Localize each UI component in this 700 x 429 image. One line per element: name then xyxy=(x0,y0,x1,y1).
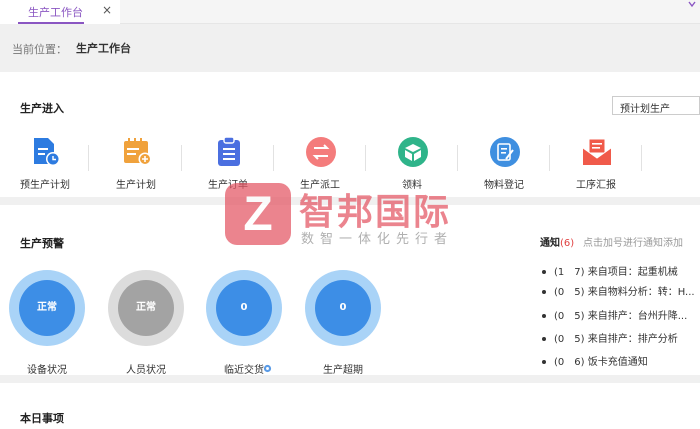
tab-label: 生产工作台 xyxy=(28,6,83,19)
bullet xyxy=(542,314,546,318)
notice-item[interactable]: (0 5) 来自排产：排产分析 xyxy=(542,330,700,344)
warning-equipment-status[interactable]: 正常 设备状况 xyxy=(9,270,89,376)
notice-item[interactable]: (0 5) 来自物料分析：转：H... xyxy=(542,283,700,297)
status-ring: 0 xyxy=(206,270,282,346)
notice-count: (6) xyxy=(560,238,575,249)
close-icon[interactable]: × xyxy=(102,3,112,17)
plan-type-select[interactable]: 预计划生产 xyxy=(612,96,700,115)
entry-production-plan[interactable]: 生产计划 xyxy=(91,136,181,192)
divider xyxy=(457,145,458,171)
swap-arrows-icon xyxy=(306,137,336,167)
clipboard-icon xyxy=(218,136,240,166)
divider xyxy=(181,145,182,171)
warning-label: 设备状况 xyxy=(27,365,67,376)
notice-title-text: 通知 xyxy=(540,238,560,249)
notice-add-hint[interactable]: 点击加号进行通知添加 xyxy=(583,234,683,249)
production-warning-title: 生产预警 xyxy=(20,237,64,250)
status-value: 0 xyxy=(315,280,371,336)
status-ring: 正常 xyxy=(9,270,85,346)
warning-production-overdue[interactable]: 0 生产超期 xyxy=(305,270,385,376)
status-value: 0 xyxy=(216,280,272,336)
entry-label: 生产计划 xyxy=(116,180,156,191)
entry-process-report[interactable]: 工序汇报 xyxy=(551,136,641,192)
divider xyxy=(549,145,550,171)
today-items-panel xyxy=(0,383,700,429)
warning-personnel-status[interactable]: 正常 人员状况 xyxy=(108,270,188,376)
notice-text: (0 5) 来自排产：排产分析 xyxy=(554,334,678,344)
edit-note-icon xyxy=(490,137,520,167)
warning-label: 生产超期 xyxy=(323,365,363,376)
today-items-title: 本日事项 xyxy=(20,412,64,425)
watermark-letter: Z xyxy=(243,188,273,241)
bullet xyxy=(542,270,546,274)
breadcrumb: 当前位置： 生产工作台 xyxy=(0,24,700,72)
watermark-logo: Z xyxy=(225,183,291,245)
notice-text: (0 5) 来自排产：台州升降... xyxy=(554,311,688,321)
entry-pre-production-plan[interactable]: 预生产计划 xyxy=(0,136,90,192)
divider xyxy=(641,145,642,171)
production-entry-title: 生产进入 xyxy=(20,102,64,115)
divider xyxy=(88,145,89,171)
status-value: 正常 xyxy=(118,280,174,336)
scroll-right-icon[interactable] xyxy=(684,0,700,14)
notice-title: 通知(6) xyxy=(540,234,574,249)
status-value: 正常 xyxy=(19,280,75,336)
divider xyxy=(365,145,366,171)
watermark-slogan: 数智一体化先行者 xyxy=(301,232,454,247)
status-ring: 0 xyxy=(305,270,381,346)
box-icon xyxy=(398,137,428,167)
notice-text: (0 6) 饭卡充值通知 xyxy=(554,357,648,367)
bullet xyxy=(542,337,546,341)
warning-label: 临近交货 xyxy=(224,365,264,376)
tab-bar: 生产工作台 × xyxy=(0,0,700,24)
breadcrumb-current: 生产工作台 xyxy=(76,42,131,55)
warning-label: 人员状况 xyxy=(126,365,166,376)
notice-item[interactable]: (1 7) 来自项目：起重机械 xyxy=(542,263,700,277)
status-ring: 正常 xyxy=(108,270,184,346)
bullet xyxy=(542,290,546,294)
mail-icon xyxy=(582,138,612,165)
divider xyxy=(273,145,274,171)
notice-text: (0 5) 来自物料分析：转：H... xyxy=(554,287,695,297)
document-clock-icon xyxy=(34,138,60,166)
notice-item[interactable]: (0 6) 饭卡充值通知 xyxy=(542,353,700,367)
warning-near-delivery[interactable]: 0 临近交货 xyxy=(206,270,286,376)
tab-production-workbench[interactable]: 生产工作台 × xyxy=(0,0,120,24)
bullet xyxy=(542,360,546,364)
entry-label: 工序汇报 xyxy=(576,180,616,191)
notice-item[interactable]: (0 5) 来自排产：台州升降... xyxy=(542,307,700,321)
watermark: Z 智邦国际 数智一体化先行者 xyxy=(225,183,485,247)
gear-icon[interactable] xyxy=(263,364,272,373)
entry-label: 预生产计划 xyxy=(20,180,70,191)
notice-text: (1 7) 来自项目：起重机械 xyxy=(554,267,678,277)
breadcrumb-label: 当前位置： xyxy=(12,43,67,56)
calendar-plus-icon xyxy=(124,138,152,166)
